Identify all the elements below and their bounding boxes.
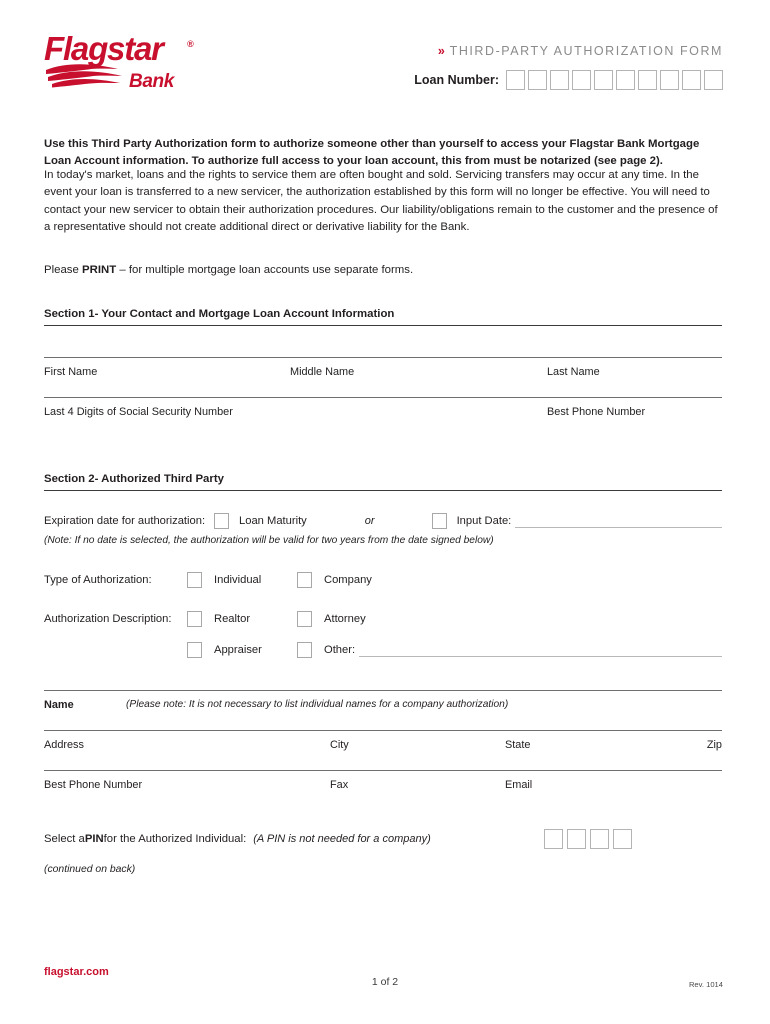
form-title: » THIRD-PARTY AUTHORIZATION FORM: [438, 44, 723, 58]
checkbox-loan-maturity[interactable]: [214, 513, 229, 529]
loan-number-input[interactable]: [506, 70, 723, 90]
ssn-last4-label: Last 4 Digits of Social Security Number: [44, 406, 233, 418]
company-label: Company: [324, 574, 372, 586]
middle-name-label: Middle Name: [290, 366, 355, 378]
loan-number-box[interactable]: [572, 70, 591, 90]
name-field-row: First Name Middle Name Last Name: [44, 357, 722, 397]
fax-label: Fax: [330, 779, 349, 791]
authorization-description-row-2: Appraiser Other:: [44, 642, 722, 658]
print-prefix: Please: [44, 264, 82, 276]
chevron-icon: »: [437, 44, 445, 58]
type-of-authorization-row: Type of Authorization: Individual Compan…: [44, 572, 722, 588]
svg-text:Bank: Bank: [129, 71, 176, 92]
loan-number-box[interactable]: [616, 70, 635, 90]
loan-number-box[interactable]: [528, 70, 547, 90]
loan-number-box[interactable]: [594, 70, 613, 90]
loan-number-label: Loan Number:: [414, 73, 499, 87]
expiration-label: Expiration date for authorization:: [44, 515, 206, 527]
third-party-phone-label: Best Phone Number: [44, 779, 143, 791]
form-title-text: THIRD-PARTY AUTHORIZATION FORM: [449, 44, 723, 58]
input-date-label: Input Date:: [456, 515, 512, 527]
individual-label: Individual: [214, 574, 262, 586]
print-keyword: PRINT: [82, 264, 117, 276]
loan-number-box[interactable]: [506, 70, 525, 90]
realtor-option[interactable]: Realtor: [187, 611, 297, 627]
company-option[interactable]: Company: [297, 572, 722, 588]
intro-bold-paragraph: Use this Third Party Authorization form …: [44, 138, 700, 168]
appraiser-option[interactable]: Appraiser: [187, 642, 297, 658]
revision-code: Rev. 1014: [688, 980, 723, 989]
other-option[interactable]: Other:: [297, 642, 722, 658]
form-page: Flagstar ® Bank » THIRD-PARTY AUTHORIZAT…: [0, 0, 770, 1024]
checkbox-realtor[interactable]: [187, 611, 202, 627]
expiration-date-row: Expiration date for authorization: Loan …: [44, 513, 722, 529]
pin-keyword: PIN: [84, 833, 104, 845]
loan-number-box[interactable]: [638, 70, 657, 90]
best-phone-label: Best Phone Number: [547, 406, 646, 418]
pin-box[interactable]: [612, 829, 632, 849]
pin-suffix: for the Authorized Individual:: [103, 833, 247, 845]
attorney-label: Attorney: [324, 613, 366, 625]
address-field-row: Address City State Zip: [44, 730, 722, 770]
realtor-label: Realtor: [214, 613, 251, 625]
or-separator: or: [364, 515, 375, 527]
pin-input[interactable]: [543, 829, 632, 849]
intro-body-paragraph: In today's market, loans and the rights …: [44, 169, 718, 234]
last-name-label: Last Name: [547, 366, 600, 378]
page-header: Flagstar ® Bank » THIRD-PARTY AUTHORIZAT…: [0, 0, 770, 110]
other-label: Other:: [324, 644, 356, 656]
pin-prefix: Select a: [44, 833, 85, 845]
checkbox-input-date[interactable]: [431, 513, 447, 529]
type-of-authorization-label: Type of Authorization:: [44, 574, 152, 586]
contact-field-row: Best Phone Number Fax Email: [44, 770, 722, 810]
state-label: State: [505, 739, 531, 751]
loan-number-box[interactable]: [682, 70, 701, 90]
print-instruction: Please PRINT – for multiple mortgage loa…: [44, 262, 722, 279]
loan-number-row: Loan Number:: [414, 70, 723, 90]
appraiser-label: Appraiser: [214, 644, 262, 656]
address-label: Address: [44, 739, 84, 751]
individual-option[interactable]: Individual: [187, 572, 297, 588]
pin-box[interactable]: [589, 829, 609, 849]
loan-number-box[interactable]: [660, 70, 679, 90]
checkbox-attorney[interactable]: [297, 611, 312, 627]
flagstar-logo: Flagstar ® Bank: [44, 34, 274, 92]
authorized-name-row: Name (Please note: It is not necessary t…: [44, 690, 722, 730]
section-1-heading: Section 1- Your Contact and Mortgage Loa…: [44, 308, 722, 326]
checkbox-appraiser[interactable]: [187, 642, 202, 658]
loan-number-box[interactable]: [550, 70, 569, 90]
pin-box[interactable]: [566, 829, 586, 849]
authorization-description-row: Authorization Description: Realtor Attor…: [44, 611, 722, 627]
input-date-field[interactable]: [515, 515, 722, 528]
section-2-heading: Section 2- Authorized Third Party: [44, 473, 722, 491]
pin-selection-row: Select a PIN for the Authorized Individu…: [44, 829, 722, 849]
checkbox-individual[interactable]: [187, 572, 202, 588]
other-text-field[interactable]: [359, 644, 722, 657]
expiration-note: (Note: If no date is selected, the autho…: [44, 535, 494, 546]
loan-maturity-label: Loan Maturity: [239, 515, 307, 527]
city-label: City: [330, 739, 349, 751]
zip-label: Zip: [706, 739, 722, 751]
first-name-label: First Name: [44, 366, 98, 378]
loan-number-box[interactable]: [704, 70, 723, 90]
checkbox-company[interactable]: [297, 572, 312, 588]
svg-text:®: ®: [187, 39, 194, 49]
pin-note: (A PIN is not needed for a company): [253, 833, 431, 845]
svg-text:Flagstar: Flagstar: [44, 34, 166, 67]
authorized-name-label: Name: [44, 699, 74, 711]
continued-note: (continued on back): [44, 864, 136, 875]
page-number: 1 of 2: [371, 976, 399, 988]
print-suffix: – for multiple mortgage loan accounts us…: [116, 264, 414, 276]
authorization-description-label: Authorization Description:: [44, 613, 172, 625]
attorney-option[interactable]: Attorney: [297, 611, 722, 627]
checkbox-other[interactable]: [297, 642, 312, 658]
email-label: Email: [505, 779, 533, 791]
pin-box[interactable]: [543, 829, 563, 849]
authorized-name-note: (Please note: It is not necessary to lis…: [126, 699, 509, 710]
ssn-phone-field-row: Last 4 Digits of Social Security Number …: [44, 397, 722, 437]
page-footer: flagstar.com 1 of 2 Rev. 1014: [0, 966, 770, 1006]
